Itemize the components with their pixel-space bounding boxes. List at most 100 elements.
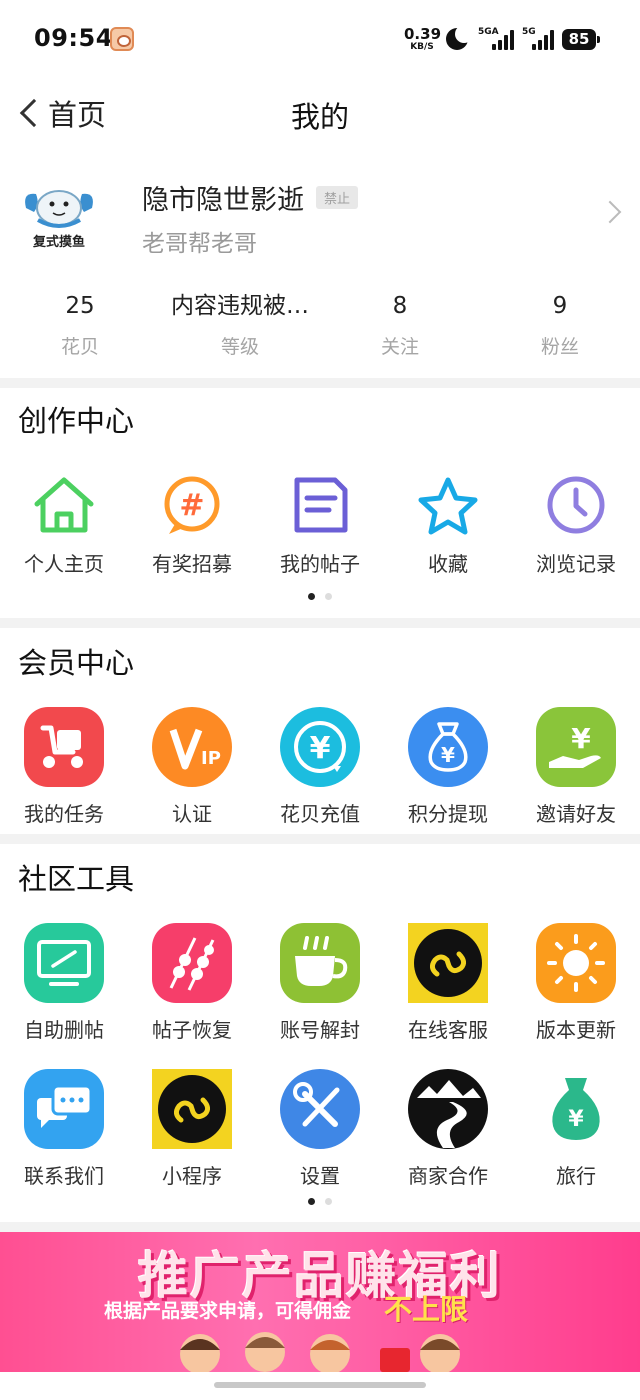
- hashtag-icon: #: [151, 474, 233, 556]
- section-title-community-tools: 社区工具: [18, 862, 135, 896]
- mountain-road-icon: [407, 1068, 489, 1150]
- member-item-recharge[interactable]: ¥ 花贝充值: [256, 706, 384, 827]
- clock-icon: [535, 474, 617, 556]
- creation-item-recruit[interactable]: # 有奖招募: [128, 474, 256, 577]
- chevron-right-icon: [598, 200, 622, 224]
- star-icon: [407, 474, 489, 556]
- network-speed: 0.39 KB/S: [404, 27, 441, 52]
- tool-item-label: 小程序: [162, 1164, 222, 1188]
- promo-banner[interactable]: 推广产品赚福利 根据产品要求申请，可得佣金 不上限: [0, 1232, 640, 1372]
- svg-text:¥: ¥: [568, 1107, 584, 1132]
- member-item-label: 我的任务: [24, 802, 104, 826]
- stat-level[interactable]: 内容违规被… 等级: [160, 288, 320, 368]
- mini-program-icon: [407, 922, 489, 1004]
- member-item-label: 认证: [172, 802, 212, 826]
- status-badge: 禁止: [316, 186, 359, 209]
- profile-stats: 25 花贝 内容违规被… 等级 8 关注 9 粉丝: [0, 288, 640, 368]
- stat-huabei[interactable]: 25 花贝: [0, 288, 160, 368]
- creation-center-grid: 个人主页 # 有奖招募 我的帖子 收藏 浏览记录: [0, 474, 640, 577]
- page-dot: [325, 1198, 332, 1205]
- tool-item-label: 在线客服: [408, 1018, 488, 1042]
- stat-following[interactable]: 8 关注: [320, 288, 480, 368]
- tool-item-account-unban[interactable]: 账号解封: [256, 922, 384, 1043]
- sim2-network-label: 5G: [522, 27, 536, 37]
- wrench-screwdriver-icon: [279, 1068, 361, 1150]
- stat-value: 9: [552, 293, 568, 319]
- tool-item-label: 帖子恢复: [152, 1018, 232, 1042]
- yen-bag-icon: ¥: [535, 1068, 617, 1150]
- tool-item-label: 旅行: [556, 1164, 596, 1188]
- tool-item-label: 账号解封: [280, 1018, 360, 1042]
- document-icon: [279, 474, 361, 556]
- status-bar: 09:54 0.39 KB/S 5GA 5G 85: [0, 0, 640, 80]
- stat-followers[interactable]: 9 粉丝: [480, 288, 640, 368]
- svg-text:IP: IP: [201, 748, 221, 769]
- banner-highlight: 不上限: [384, 1293, 469, 1326]
- stat-label: 粉丝: [540, 336, 579, 358]
- tool-item-self-delete[interactable]: 自助删帖: [0, 922, 128, 1043]
- home-icon: [23, 474, 105, 556]
- svg-text:¥: ¥: [310, 731, 331, 766]
- tool-item-post-restore[interactable]: 帖子恢复: [128, 922, 256, 1043]
- member-item-label: 邀请好友: [536, 802, 616, 826]
- yen-recharge-icon: ¥: [279, 706, 361, 788]
- tool-item-version-update[interactable]: 版本更新: [512, 922, 640, 1043]
- signal-sim1-icon: 5GA: [478, 27, 518, 50]
- hand-yen-icon: ¥: [535, 706, 617, 788]
- tool-item-label: 设置: [300, 1164, 340, 1188]
- section-title-member-center: 会员中心: [18, 646, 135, 680]
- top-navigation-bar: 首页 我的: [0, 80, 640, 146]
- app-notification-icon: [110, 27, 134, 51]
- member-item-invite[interactable]: ¥ 邀请好友: [512, 706, 640, 827]
- creation-page-indicator: [0, 593, 640, 600]
- scooter-icon: [23, 706, 105, 788]
- tool-item-settings[interactable]: 设置: [256, 1068, 384, 1189]
- tool-item-label: 自助删帖: [24, 1018, 104, 1042]
- creation-item-history[interactable]: 浏览记录: [512, 474, 640, 577]
- tool-item-mini-program[interactable]: 小程序: [128, 1068, 256, 1189]
- page-title: 我的: [290, 100, 349, 134]
- banner-people-illustration: [180, 1332, 460, 1372]
- tool-item-business[interactable]: 商家合作: [384, 1068, 512, 1189]
- stat-label: 等级: [220, 336, 259, 358]
- section-divider: [0, 378, 640, 388]
- stat-value: 内容违规被…: [171, 293, 309, 319]
- svg-text:¥: ¥: [441, 743, 455, 767]
- monitor-edit-icon: [23, 922, 105, 1004]
- section-divider: [0, 834, 640, 844]
- member-center-grid: 我的任务 IP 认证 ¥ 花贝充值 ¥ 积分提现 ¥ 邀请好友: [0, 706, 640, 827]
- member-item-my-tasks[interactable]: 我的任务: [0, 706, 128, 827]
- user-signature: 老哥帮老哥: [142, 231, 257, 257]
- member-item-verify[interactable]: IP 认证: [128, 706, 256, 827]
- tool-item-label: 商家合作: [408, 1164, 488, 1188]
- network-speed-unit: KB/S: [410, 42, 434, 52]
- creation-item-favorites[interactable]: 收藏: [384, 474, 512, 577]
- section-divider: [0, 1222, 640, 1232]
- coffee-cup-icon: [279, 922, 361, 1004]
- sim1-network-label: 5GA: [478, 27, 499, 37]
- tool-item-contact-us[interactable]: 联系我们: [0, 1068, 128, 1189]
- member-item-label: 花贝充值: [280, 802, 360, 826]
- status-time: 09:54: [34, 24, 113, 52]
- banner-subtitle: 根据产品要求申请，可得佣金: [104, 1300, 352, 1322]
- profile-card[interactable]: 复式摸鱼 隐市隐世影逝 禁止 老哥帮老哥: [0, 160, 640, 270]
- community-tools-grid-row1: 自助删帖 帖子恢复 账号解封 在线客服 版本更新: [0, 922, 640, 1043]
- page-dot: [325, 593, 332, 600]
- tools-page-indicator: [0, 1198, 640, 1205]
- avatar[interactable]: 复式摸鱼: [16, 170, 102, 256]
- signal-sim2-icon: 5G: [522, 27, 556, 50]
- home-indicator[interactable]: [214, 1382, 426, 1388]
- creation-item-homepage[interactable]: 个人主页: [0, 474, 128, 577]
- chat-bubbles-icon: [23, 1068, 105, 1150]
- tool-item-label: 联系我们: [24, 1164, 104, 1188]
- svg-text:#: #: [179, 488, 204, 523]
- tool-item-travel[interactable]: ¥ 旅行: [512, 1068, 640, 1189]
- member-item-withdraw[interactable]: ¥ 积分提现: [384, 706, 512, 827]
- member-item-label: 积分提现: [408, 802, 488, 826]
- tool-item-online-support[interactable]: 在线客服: [384, 922, 512, 1043]
- battery-icon: 85: [562, 29, 600, 50]
- skewer-icon: [151, 922, 233, 1004]
- creation-item-my-posts[interactable]: 我的帖子: [256, 474, 384, 577]
- do-not-disturb-moon-icon: [446, 25, 473, 50]
- stat-value: 25: [65, 293, 95, 319]
